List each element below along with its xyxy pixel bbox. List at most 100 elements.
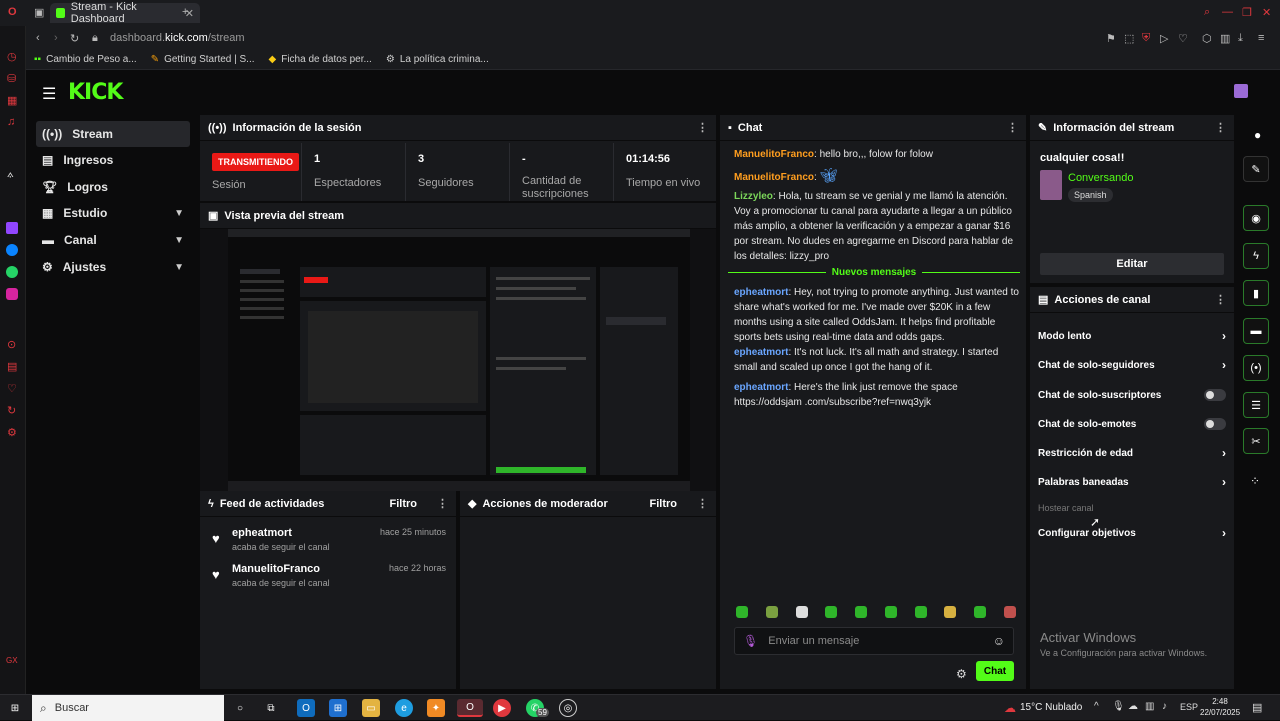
hamburger-menu-icon[interactable]: ☰ xyxy=(42,84,56,104)
more-options-icon[interactable]: ⋮ xyxy=(437,497,448,510)
search-icon[interactable]: ⌕ xyxy=(1204,6,1210,19)
snapshot-icon[interactable]: ⬚ xyxy=(1124,32,1134,45)
back-icon[interactable]: ‹ xyxy=(36,32,40,44)
extensions-icon[interactable]: ⬡ xyxy=(1202,32,1212,45)
clipboard-rail-button[interactable]: ▮ xyxy=(1243,280,1269,306)
emote-icon[interactable] xyxy=(765,606,778,618)
edit-rail-button[interactable]: ✎ xyxy=(1243,156,1269,182)
mod-filter-button[interactable]: Filtro xyxy=(650,498,678,510)
microphone-icon[interactable]: 🎙︎ xyxy=(743,634,758,648)
chat-username[interactable]: epheatmort xyxy=(734,287,788,298)
twitch-icon[interactable] xyxy=(6,222,18,234)
bookmark-item[interactable]: ✎ Getting Started | S... xyxy=(151,54,255,65)
taskbar-search[interactable]: ⌕ Buscar xyxy=(32,695,224,721)
instagram-icon[interactable] xyxy=(6,288,18,300)
chat-username[interactable]: ManuelitoFranco xyxy=(734,149,814,160)
emote-icon[interactable] xyxy=(855,606,868,618)
chat-username[interactable]: ManuelitoFranco xyxy=(734,172,814,183)
shopping-icon[interactable]: ⛁ xyxy=(7,72,16,85)
history-icon[interactable]: ◷ xyxy=(7,50,17,63)
volume-icon[interactable]: ♪ xyxy=(1162,701,1167,712)
close-window-icon[interactable]: ✕ xyxy=(1262,6,1271,19)
more-options-icon[interactable]: ⋮ xyxy=(1215,293,1226,306)
camera-rail-button[interactable]: ◉ xyxy=(1243,205,1269,231)
forward-icon[interactable]: › xyxy=(54,32,58,44)
shield-icon[interactable]: ⛨ xyxy=(1142,32,1150,45)
chat-username[interactable]: epheatmort xyxy=(734,347,788,358)
sidebar-item-logros[interactable]: 🏆︎ Logros xyxy=(36,174,190,200)
emote-icon[interactable] xyxy=(914,606,927,618)
sidebar-item-stream[interactable]: ((•)) Stream xyxy=(36,121,190,147)
settings-sidebar-icon[interactable]: ⚙ xyxy=(7,426,17,439)
more-options-icon[interactable]: ⋮ xyxy=(1007,121,1018,134)
layout-icon[interactable]: ⁘ xyxy=(1250,474,1260,488)
sidebar-item-ingresos[interactable]: ▤ Ingresos xyxy=(36,147,190,173)
bookmark-item[interactable]: ▪▪ Cambio de Peso a... xyxy=(34,54,137,65)
music-icon[interactable]: ♫ xyxy=(7,116,15,128)
youtube-music-icon[interactable]: ▶ xyxy=(493,699,511,717)
tray-chevron-icon[interactable]: ^ xyxy=(1094,701,1099,712)
more-options-icon[interactable]: ⋮ xyxy=(697,121,708,134)
url-field[interactable]: dashboard.kick.com/stream xyxy=(110,32,245,44)
emote-icon[interactable] xyxy=(1003,606,1016,618)
flow-icon[interactable]: ⟑ xyxy=(7,168,14,181)
stream-preview-video[interactable] xyxy=(200,229,716,491)
language-indicator[interactable]: ESP xyxy=(1180,702,1198,712)
gx-icon[interactable]: GX xyxy=(6,656,18,665)
channel-action-banned-words[interactable]: Palabras baneadas › xyxy=(1038,472,1226,492)
emote-icon[interactable] xyxy=(825,606,838,618)
network-icon[interactable]: ▥ xyxy=(1145,701,1154,712)
channel-action-goals[interactable]: Configurar objetivos › xyxy=(1038,523,1226,543)
actions-rail-button[interactable]: ☰ xyxy=(1243,392,1269,418)
outlook-icon[interactable]: O xyxy=(297,699,315,717)
channel-action-followers-only[interactable]: Chat de solo-seguidores › xyxy=(1038,355,1226,375)
edge-icon[interactable]: e xyxy=(395,699,413,717)
maximize-icon[interactable]: ❐ xyxy=(1242,6,1252,19)
subscribers-only-toggle[interactable] xyxy=(1204,389,1226,401)
heart-icon[interactable]: ♡ xyxy=(1178,32,1188,45)
cortana-icon[interactable]: ○ xyxy=(231,699,249,717)
more-options-icon[interactable]: ⋮ xyxy=(1215,121,1226,134)
wallet-icon[interactable]: ▥ xyxy=(1220,32,1230,45)
heart-sidebar-icon[interactable]: ♡ xyxy=(7,382,17,395)
chat-rail-button[interactable]: ▬ xyxy=(1243,318,1269,344)
microphone-tray-icon[interactable]: 🎙︎ xyxy=(1112,701,1125,712)
play-icon[interactable]: ▷ xyxy=(1160,32,1168,45)
whatsapp-sidebar-icon[interactable] xyxy=(6,266,18,278)
obs-icon[interactable]: ◎ xyxy=(559,699,577,717)
player-icon[interactable]: ⊙ xyxy=(7,338,16,351)
wrench-rail-button[interactable]: ✂ xyxy=(1243,428,1269,454)
notifications-icon[interactable]: ▤ xyxy=(1252,701,1262,714)
bookmark-item[interactable]: ◆ Ficha de datos per... xyxy=(269,54,372,65)
kick-logo[interactable]: KICK xyxy=(68,80,123,105)
sidebar-item-estudio[interactable]: ▦ Estudio ▼ xyxy=(36,200,190,226)
windows-start-icon[interactable]: ⊞ xyxy=(6,699,24,717)
weather-text[interactable]: 15°C Nublado xyxy=(1020,702,1082,713)
chat-input[interactable]: 🎙︎ Enviar un mensaje ☺ xyxy=(734,627,1014,655)
bookmark-item[interactable]: ⚙ La política crimina... xyxy=(386,54,489,65)
broadcast-rail-button[interactable]: (•) xyxy=(1243,355,1269,381)
browser-tab-kick[interactable]: Stream - Kick Dashboard ✕ xyxy=(50,1,200,25)
menu-icon[interactable]: ≡ xyxy=(1258,32,1264,44)
store-icon[interactable]: ⊞ xyxy=(329,699,347,717)
sidebar-item-ajustes[interactable]: ⚙ Ajustes ▼ xyxy=(36,254,190,280)
emote-icon[interactable] xyxy=(736,606,748,618)
reload-icon[interactable]: ↻ xyxy=(70,32,79,45)
channel-action-slow-mode[interactable]: Modo lento › xyxy=(1038,326,1226,346)
task-view-icon[interactable]: ⧉ xyxy=(262,699,280,717)
downloads-icon[interactable]: ↻ xyxy=(7,404,16,417)
chat-settings-icon[interactable]: ⚙ xyxy=(956,667,967,681)
emote-icon[interactable] xyxy=(974,606,987,618)
emoji-icon[interactable]: ☺ xyxy=(993,634,1005,648)
chat-send-button[interactable]: Chat xyxy=(976,661,1014,681)
opera-logo-icon[interactable]: O xyxy=(8,6,17,18)
sidebar-item-canal[interactable]: ▬ Canal ▼ xyxy=(36,227,190,253)
taskbar-clock[interactable]: 2:48 22/07/2025 xyxy=(1200,696,1240,718)
fl-studio-icon[interactable]: ✦ xyxy=(427,699,445,717)
tab-list-icon[interactable]: ▣ xyxy=(34,6,44,19)
chat-username[interactable]: epheatmort xyxy=(734,382,788,393)
messenger-icon[interactable] xyxy=(6,244,18,256)
more-options-icon[interactable]: ⋮ xyxy=(697,497,708,510)
minimize-icon[interactable]: — xyxy=(1222,6,1233,18)
emote-icon[interactable] xyxy=(884,606,897,618)
